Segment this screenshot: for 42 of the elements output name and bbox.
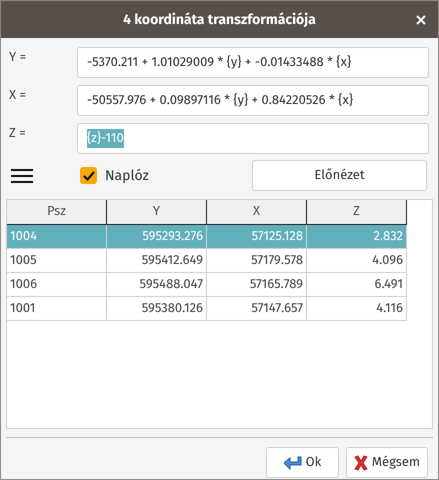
table-cell: 1004: [7, 225, 107, 249]
preview-button[interactable]: Előnézet: [252, 160, 427, 191]
table-cell: 57147.657: [207, 297, 307, 321]
table-cell: 2.832: [307, 225, 407, 249]
table-cell: 57179.578: [207, 249, 307, 273]
return-arrow-icon: [284, 456, 302, 470]
close-icon[interactable]: [416, 15, 426, 25]
column-header[interactable]: X: [207, 200, 307, 225]
field-label: Z =: [9, 125, 27, 143]
window-title: 4 koordináta transzformációja: [123, 10, 316, 30]
table-cell: 595293.276: [107, 225, 207, 249]
table-cell: 4.116: [307, 297, 407, 321]
table-cell: 1001: [7, 297, 107, 321]
close-icon: [354, 454, 368, 470]
table-cell: 595488.047: [107, 273, 207, 297]
column-header[interactable]: Z: [307, 200, 407, 225]
table-cell: 1005: [7, 249, 107, 273]
field-value: -50557.976 + 0.09897116 * {y} + 0.84220526 * {x}: [87, 92, 354, 110]
menu-icon[interactable]: [11, 168, 33, 182]
table-row[interactable]: 1006 595488.047 57165.789 6.491: [7, 273, 407, 297]
table-cell: 57125.128: [207, 225, 307, 249]
ok-button[interactable]: Ok: [266, 447, 339, 478]
table-cell: 595380.126: [107, 297, 207, 321]
column-header[interactable]: Y: [107, 200, 207, 225]
table-cell: 595412.649: [107, 249, 207, 273]
table-row[interactable]: 1001 595380.126 57147.657 4.116: [7, 297, 407, 321]
field-label: Y =: [9, 49, 28, 67]
checkbox[interactable]: [80, 167, 97, 184]
table-cell: 4.096: [307, 249, 407, 273]
field-label: X =: [9, 87, 27, 105]
field-value: {z}-110: [87, 128, 124, 148]
formula-field[interactable]: -5370.211 + 1.01029009 * {y} + -0.01433488 * {x}: [77, 47, 429, 78]
check-icon: [82, 170, 94, 180]
field-value: -5370.211 + 1.01029009 * {y} + -0.01433488 * {x}: [87, 54, 352, 72]
checkbox-label: Naplóz: [105, 166, 149, 186]
table-cell: 57165.789: [207, 273, 307, 297]
column-header[interactable]: Psz: [7, 200, 107, 225]
formula-field[interactable]: -50557.976 + 0.09897116 * {y} + 0.84220526 * {x}: [77, 85, 429, 116]
cancel-button[interactable]: Mégsem: [346, 447, 428, 478]
table-cell: 6.491: [307, 273, 407, 297]
table-row[interactable]: 1005 595412.649 57179.578 4.096: [7, 249, 407, 273]
table-cell: 1006: [7, 273, 107, 297]
